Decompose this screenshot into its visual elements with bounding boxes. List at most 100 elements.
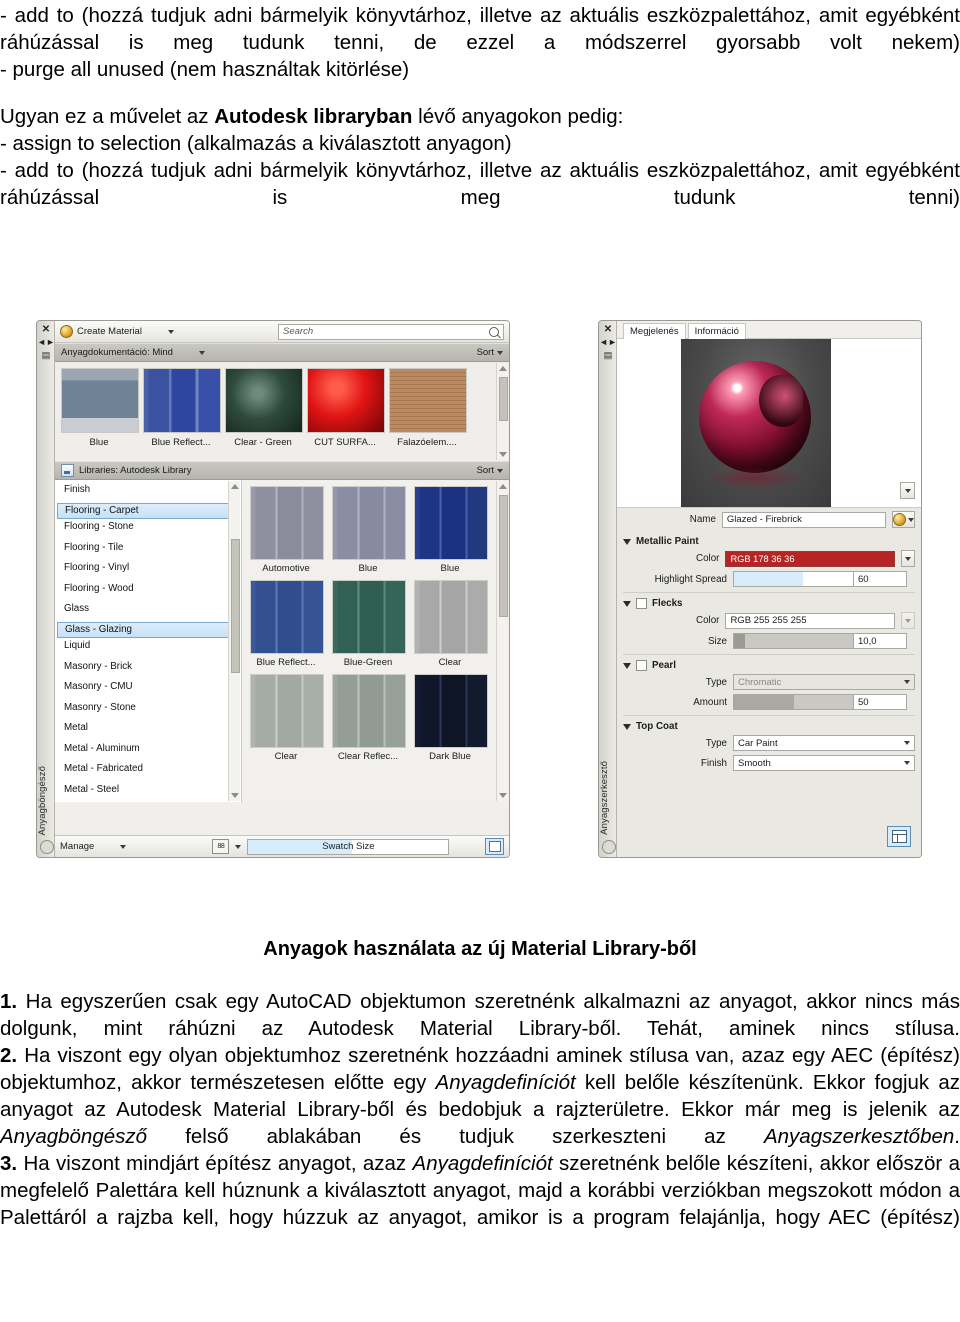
section-header[interactable]: Flecks bbox=[623, 598, 915, 612]
swatch-item[interactable]: CUT SURFA... bbox=[307, 368, 385, 448]
flecks-checkbox[interactable] bbox=[636, 598, 647, 609]
scroll-down-icon[interactable] bbox=[499, 452, 507, 457]
tree-item-metal[interactable]: Metal bbox=[55, 720, 241, 737]
tree-item-metal-aluminum[interactable]: Metal - Aluminum bbox=[55, 741, 241, 758]
scrollbar-thumb[interactable] bbox=[499, 377, 508, 421]
category-tree[interactable]: Finish Flooring - Carpet Flooring - Ston… bbox=[55, 480, 242, 802]
scrollbar-thumb[interactable] bbox=[231, 539, 240, 673]
scrollbar-thumb[interactable] bbox=[499, 495, 508, 617]
swatch-size-slider[interactable]: Swatch Size bbox=[247, 838, 450, 855]
manage-button[interactable]: Manage bbox=[60, 841, 127, 852]
highlight-spread-slider[interactable]: 60 bbox=[733, 571, 907, 587]
material-name-input[interactable]: Glazed - Firebrick bbox=[721, 511, 886, 528]
chevron-down-icon[interactable] bbox=[623, 723, 631, 730]
tree-item-glass[interactable]: Glass bbox=[55, 601, 241, 618]
tree-item-flooring-tile[interactable]: Flooring - Tile bbox=[55, 540, 241, 557]
chevron-down-icon[interactable] bbox=[623, 662, 631, 669]
chevron-down-icon[interactable] bbox=[120, 844, 127, 849]
tree-item-masonry-brick[interactable]: Masonry - Brick bbox=[55, 659, 241, 676]
create-material-button[interactable] bbox=[891, 511, 915, 528]
tree-item-metal-fabricated[interactable]: Metal - Fabricated bbox=[55, 761, 241, 778]
tree-item-glass-glazing[interactable]: Glass - Glazing bbox=[57, 621, 239, 638]
tree-scrollbar[interactable] bbox=[228, 481, 240, 801]
swatch-thumbnail bbox=[414, 580, 488, 654]
tree-item-flooring-carpet[interactable]: Flooring - Carpet bbox=[57, 502, 239, 519]
close-icon[interactable]: ✕ bbox=[602, 324, 614, 335]
library-swatch-item[interactable]: Clear bbox=[250, 674, 324, 762]
preview-options-button[interactable] bbox=[900, 482, 915, 499]
slider-track[interactable] bbox=[734, 572, 853, 586]
library-grid-scrollbar[interactable] bbox=[496, 481, 508, 801]
paragraph-purge: - purge all unused (nem használtak kitör… bbox=[0, 58, 410, 81]
material-preview-image[interactable] bbox=[681, 339, 831, 507]
swatch-item[interactable]: Blue Reflect... bbox=[143, 368, 221, 448]
chevron-down-icon[interactable] bbox=[623, 600, 631, 607]
section-header[interactable]: Pearl bbox=[623, 660, 915, 674]
flecks-size-slider[interactable]: 10,0 bbox=[733, 633, 907, 649]
color-dropdown-button[interactable] bbox=[900, 550, 915, 567]
section-header[interactable]: Top Coat bbox=[623, 721, 915, 735]
search-icon[interactable] bbox=[489, 326, 499, 337]
tree-item-liquid[interactable]: Liquid bbox=[55, 638, 241, 655]
library-swatch-item[interactable]: Automotive bbox=[250, 486, 324, 574]
swatch-size-button[interactable]: 88 bbox=[212, 839, 230, 854]
swatch-item[interactable]: Falazóelem.... bbox=[389, 368, 467, 448]
slider-value[interactable]: 50 bbox=[853, 695, 906, 709]
library-swatch-item[interactable]: Clear bbox=[414, 580, 488, 668]
document-grid-scrollbar[interactable] bbox=[496, 363, 508, 460]
topcoat-type-select[interactable]: Car Paint bbox=[733, 735, 915, 751]
chevron-down-icon[interactable] bbox=[198, 350, 205, 355]
swatch-item[interactable]: Clear - Green bbox=[225, 368, 303, 448]
chevron-down-icon[interactable] bbox=[623, 538, 631, 545]
library-swatch-item[interactable]: Dark Blue bbox=[414, 674, 488, 762]
section-header[interactable]: Metallic Paint bbox=[623, 536, 915, 550]
flecks-color-field[interactable]: RGB 255 255 255 bbox=[725, 612, 895, 629]
pearl-type-select[interactable]: Chromatic bbox=[733, 674, 915, 690]
browser-toolbar: Create Material Search bbox=[55, 321, 509, 343]
slider-value[interactable]: 60 bbox=[853, 572, 906, 586]
tree-item-flooring-stone[interactable]: Flooring - Stone bbox=[55, 519, 241, 536]
slider-track[interactable] bbox=[734, 695, 853, 709]
library-sort-button[interactable]: Sort bbox=[477, 465, 503, 476]
chevron-down-icon[interactable] bbox=[235, 844, 242, 849]
library-swatch-item[interactable]: Blue Reflect... bbox=[250, 580, 324, 668]
toggle-browser-button[interactable] bbox=[887, 826, 911, 847]
panel-menu-icon[interactable]: ▤ bbox=[40, 350, 52, 361]
create-material-button[interactable]: Create Material bbox=[60, 325, 174, 338]
library-swatch-item[interactable]: Blue bbox=[414, 486, 488, 574]
library-swatch-item[interactable]: Clear Reflec... bbox=[332, 674, 406, 762]
tree-item-masonry-stone[interactable]: Masonry - Stone bbox=[55, 700, 241, 717]
flecks-color-dropdown-button[interactable] bbox=[900, 612, 915, 629]
swatch-item[interactable]: Blue bbox=[61, 368, 139, 448]
tab-informacio[interactable]: Információ bbox=[687, 323, 746, 339]
tree-item-masonry-cmu[interactable]: Masonry - CMU bbox=[55, 679, 241, 696]
scroll-down-icon[interactable] bbox=[231, 793, 239, 798]
search-input[interactable]: Search bbox=[278, 323, 504, 340]
chevron-down-icon[interactable] bbox=[167, 329, 174, 334]
document-sort-button[interactable]: Sort bbox=[477, 347, 503, 358]
slider-value[interactable]: 10,0 bbox=[853, 634, 906, 648]
expand-collapse-icon[interactable]: ◄► bbox=[37, 337, 55, 348]
slider-track[interactable] bbox=[734, 634, 853, 648]
tree-item-flooring-wood[interactable]: Flooring - Wood bbox=[55, 581, 241, 598]
tree-item-flooring-vinyl[interactable]: Flooring - Vinyl bbox=[55, 560, 241, 577]
pearl-amount-slider[interactable]: 50 bbox=[733, 694, 907, 710]
scroll-down-icon[interactable] bbox=[499, 793, 507, 798]
scroll-up-icon[interactable] bbox=[499, 484, 507, 489]
scroll-up-icon[interactable] bbox=[499, 366, 507, 371]
color-swatch-field[interactable]: RGB 178 36 36 bbox=[725, 550, 895, 567]
toggle-editor-button[interactable] bbox=[485, 838, 504, 855]
scroll-up-icon[interactable] bbox=[231, 484, 239, 489]
pearl-checkbox[interactable] bbox=[636, 660, 647, 671]
topcoat-finish-select[interactable]: Smooth bbox=[733, 755, 915, 771]
library-swatch-item[interactable]: Blue-Green bbox=[332, 580, 406, 668]
tree-item-metal-steel[interactable]: Metal - Steel bbox=[55, 782, 241, 799]
tab-megjelenes[interactable]: Megjelenés bbox=[623, 323, 686, 339]
close-icon[interactable]: ✕ bbox=[40, 324, 52, 335]
tree-item-finish[interactable]: Finish bbox=[55, 482, 241, 499]
panel-menu-icon[interactable]: ▤ bbox=[602, 350, 614, 361]
expand-collapse-icon[interactable]: ◄► bbox=[599, 337, 617, 348]
library-swatch-item[interactable]: Blue bbox=[332, 486, 406, 574]
document-materials-bar[interactable]: Anyagdokumentáció: Mind Sort bbox=[55, 343, 509, 362]
libraries-bar[interactable]: Libraries: Autodesk Library Sort bbox=[55, 461, 509, 480]
